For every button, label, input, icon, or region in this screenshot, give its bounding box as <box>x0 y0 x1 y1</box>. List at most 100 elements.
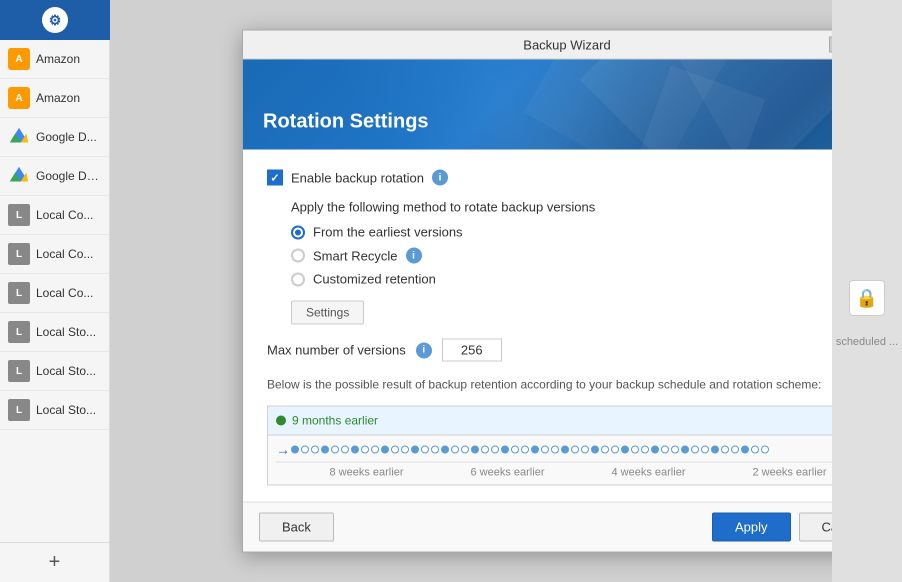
timeline-dot <box>301 446 309 454</box>
timeline-line: → → <box>276 442 868 458</box>
rotation-method-group: From the earliest versions Smart Recycle… <box>291 225 877 287</box>
timeline-dot <box>601 446 609 454</box>
timeline-track: → → 8 weeks earlier 6 weeks earlier 4 we… <box>268 436 876 483</box>
timeline-dot <box>431 446 439 454</box>
radio-smart-recycle[interactable] <box>291 249 305 263</box>
timeline-label-6w: 6 weeks earlier <box>471 467 545 479</box>
gdrive-icon <box>8 126 30 148</box>
timeline-dot <box>641 446 649 454</box>
sidebar-item-local3[interactable]: L Local Co... <box>0 274 109 313</box>
timeline-dot <box>731 446 739 454</box>
timeline-container: 9 months earlier 📅 → → 8 weeks earlier 6… <box>267 406 877 486</box>
retention-description: Below is the possible result of backup r… <box>267 376 877 394</box>
sidebar-label: Local Co... <box>36 286 93 300</box>
radio-from-earliest[interactable] <box>291 225 305 239</box>
smart-recycle-info-icon[interactable]: i <box>406 248 422 264</box>
right-panel: 🔒 scheduled ... <box>832 0 902 582</box>
sidebar-item-localsto3[interactable]: L Local Sto... <box>0 391 109 430</box>
timeline-dot <box>671 446 679 454</box>
timeline-dot <box>351 446 359 454</box>
enable-info-icon[interactable]: i <box>432 170 448 186</box>
sidebar-item-gdrive1[interactable]: Google D... <box>0 118 109 157</box>
max-versions-input[interactable] <box>442 339 502 362</box>
backup-wizard-dialog: Backup Wizard — □ ✕ Rotation Settings En… <box>242 30 902 553</box>
timeline-dot <box>501 446 509 454</box>
timeline-dot <box>531 446 539 454</box>
dialog-banner: Rotation Settings <box>243 60 901 150</box>
option-from-earliest[interactable]: From the earliest versions <box>291 225 877 240</box>
sidebar-item-gdrive2[interactable]: Google D... test <box>0 157 109 196</box>
timeline-dot <box>571 446 579 454</box>
timeline-dot <box>391 446 399 454</box>
enable-backup-label: Enable backup rotation <box>291 170 424 185</box>
sidebar-label: Amazon <box>36 91 80 105</box>
option-customized-retention[interactable]: Customized retention <box>291 272 877 287</box>
local-icon: L <box>8 399 30 421</box>
timeline-dots <box>291 446 853 454</box>
timeline-label-4w: 4 weeks earlier <box>612 467 686 479</box>
timeline-dot <box>611 446 619 454</box>
enable-backup-row: Enable backup rotation i <box>267 170 877 186</box>
radio-smart-recycle-label: Smart Recycle <box>313 248 398 263</box>
max-versions-label: Max number of versions <box>267 343 406 358</box>
timeline-dot <box>321 446 329 454</box>
timeline-dot <box>681 446 689 454</box>
timeline-dot <box>691 446 699 454</box>
timeline-dot <box>451 446 459 454</box>
timeline-dot <box>481 446 489 454</box>
enable-backup-checkbox[interactable] <box>267 170 283 186</box>
sidebar-label: Local Co... <box>36 247 93 261</box>
timeline-dot <box>461 446 469 454</box>
timeline-dot <box>661 446 669 454</box>
timeline-dot <box>621 446 629 454</box>
local-icon: L <box>8 204 30 226</box>
radio-customized-retention-label: Customized retention <box>313 272 436 287</box>
add-button[interactable]: + <box>0 542 109 582</box>
timeline-dot <box>371 446 379 454</box>
radio-from-earliest-label: From the earliest versions <box>313 225 463 240</box>
timeline-dot <box>701 446 709 454</box>
sidebar-item-local1[interactable]: LLocal Co... <box>0 196 109 235</box>
local-icon: L <box>8 243 30 265</box>
radio-customized-retention[interactable] <box>291 272 305 286</box>
option-smart-recycle[interactable]: Smart Recycle i <box>291 248 877 264</box>
sidebar-label: Amazon <box>36 52 80 66</box>
sidebar-item-amazon1[interactable]: A Amazon <box>0 40 109 79</box>
lock-icon[interactable]: 🔒 <box>849 280 885 316</box>
timeline-dot <box>761 446 769 454</box>
timeline-dot <box>521 446 529 454</box>
local-icon: L <box>8 282 30 304</box>
dialog-title: Backup Wizard <box>305 37 829 52</box>
settings-button[interactable]: Settings <box>291 301 364 325</box>
amazon-icon: A <box>8 48 30 70</box>
timeline-dot <box>491 446 499 454</box>
apply-button[interactable]: Apply <box>712 513 791 542</box>
sidebar-item-localsto2[interactable]: L Local Sto... <box>0 352 109 391</box>
sidebar-logo: ⚙ <box>0 0 110 40</box>
sidebar-label: Local Sto... <box>36 403 96 417</box>
timeline-dot <box>711 446 719 454</box>
sidebar-item-localsto1[interactable]: LLocal Sto... <box>0 313 109 352</box>
timeline-dot <box>411 446 419 454</box>
back-button[interactable]: Back <box>259 513 334 542</box>
timeline-dot <box>721 446 729 454</box>
sidebar-item-amazon2[interactable]: AAmazon <box>0 79 109 118</box>
timeline-header-label: 9 months earlier <box>292 414 378 428</box>
logo-text: ⚙ <box>49 12 62 29</box>
local-icon: L <box>8 360 30 382</box>
timeline-dot <box>741 446 749 454</box>
sidebar: ⚙ AAmazonAAmazonGoogle D...Google D... t… <box>0 0 110 582</box>
timeline-dot <box>471 446 479 454</box>
sidebar-item-local2[interactable]: L Local Co... <box>0 235 109 274</box>
timeline-dot <box>631 446 639 454</box>
timeline-dot <box>551 446 559 454</box>
timeline-dot <box>421 446 429 454</box>
dialog-content: Enable backup rotation i Apply the follo… <box>243 150 901 502</box>
timeline-label-8w: 8 weeks earlier <box>330 467 404 479</box>
max-versions-info-icon[interactable]: i <box>416 342 432 358</box>
sidebar-label: Local Sto... <box>36 325 96 339</box>
sidebar-label: Local Sto... <box>36 364 96 378</box>
timeline-dot <box>361 446 369 454</box>
timeline-dot <box>441 446 449 454</box>
timeline-dot <box>751 446 759 454</box>
